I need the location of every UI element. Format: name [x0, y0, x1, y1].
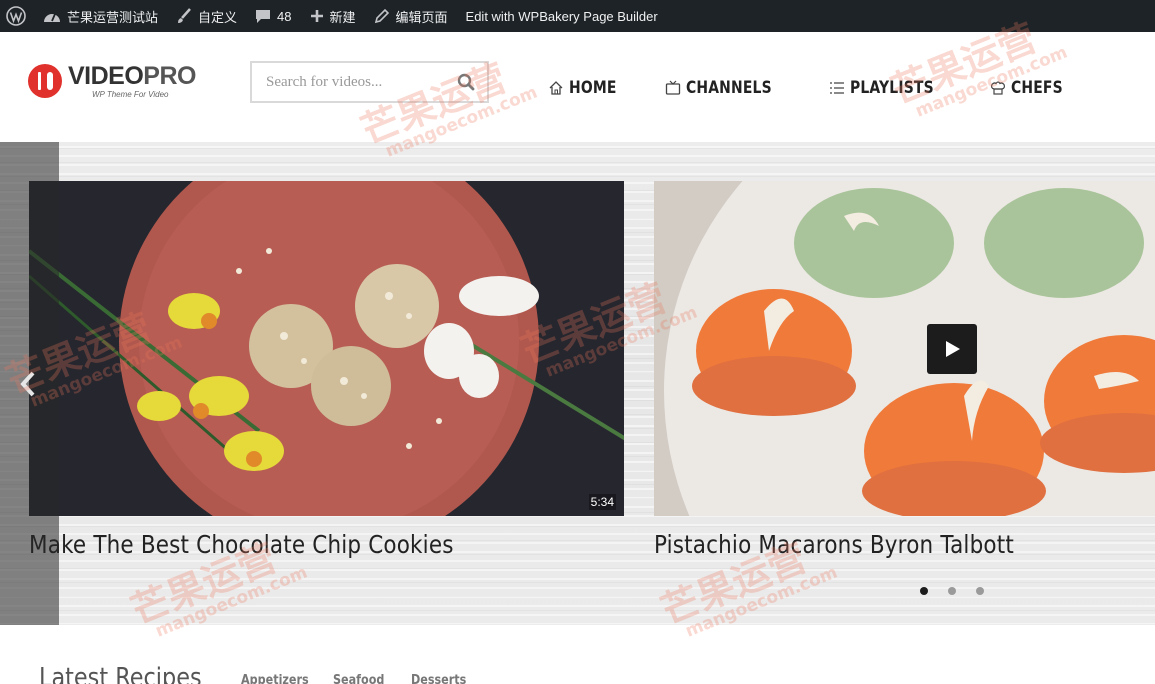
- tab-desserts[interactable]: Desserts: [411, 673, 466, 684]
- slider-dot[interactable]: [920, 587, 928, 595]
- comments-count: 48: [277, 8, 292, 24]
- admin-wpbakery-link[interactable]: Edit with WPBakery Page Builder: [457, 0, 667, 32]
- video-thumbnail[interactable]: [654, 181, 1155, 516]
- slider-prev-button[interactable]: [0, 142, 59, 625]
- video-duration: 5:34: [588, 494, 616, 510]
- play-icon: [946, 341, 960, 357]
- logo-tagline: WP Theme For Video: [92, 89, 169, 99]
- customize-label: 自定义: [198, 9, 238, 25]
- latest-recipes-section: Latest Recipes Appetizers Seafood Desser…: [0, 625, 1155, 684]
- wordpress-logo-icon[interactable]: [0, 0, 34, 32]
- nav-item-channels[interactable]: CHANNELS: [665, 78, 791, 98]
- new-label: 新建: [329, 9, 356, 25]
- nav-item-chefs[interactable]: CHEFS: [990, 78, 1074, 98]
- admin-comments-link[interactable]: 48: [246, 0, 300, 32]
- featured-slider: 5:34 Make The Best Chocolate Chip Cookie…: [0, 142, 1155, 625]
- logo-word-pro: PRO: [143, 61, 196, 90]
- slider-dot[interactable]: [976, 587, 984, 595]
- logo-wordmark: VIDEOPRO: [68, 61, 196, 90]
- logo-utensils-icon: [28, 64, 62, 98]
- chevron-left-icon: [20, 371, 35, 397]
- admin-customize-link[interactable]: 自定义: [167, 0, 246, 32]
- nav-item-playlists[interactable]: PLAYLISTS: [829, 78, 952, 98]
- chef-hat-icon: [990, 80, 1006, 96]
- admin-edit-page-link[interactable]: 编辑页面: [365, 0, 457, 32]
- nav-label-playlists: PLAYLISTS: [849, 78, 934, 98]
- comment-bubble-icon: [255, 8, 271, 24]
- site-name-label: 芒果运营测试站: [67, 9, 159, 25]
- video-thumbnail[interactable]: 5:34: [29, 181, 624, 516]
- macarons-image: [654, 181, 1155, 516]
- site-header: VIDEOPRO WP Theme For Video HOME CHANNEL…: [0, 32, 1155, 142]
- tab-seafood[interactable]: Seafood: [333, 673, 384, 684]
- nav-label-chefs: CHEFS: [1010, 78, 1063, 98]
- logo-word-video: VIDEO: [68, 61, 144, 90]
- pencil-icon: [374, 8, 390, 24]
- plus-icon: [310, 9, 324, 23]
- slide-title[interactable]: Make The Best Chocolate Chip Cookies: [29, 530, 541, 559]
- latest-recipes-heading: Latest Recipes: [39, 663, 202, 684]
- admin-bar: 芒果运营测试站 自定义 48 新建 编辑页面 Edit with WPBaker…: [0, 0, 1155, 32]
- slider-dot[interactable]: [948, 587, 956, 595]
- slide-title[interactable]: Pistachio Macarons Byron Talbott: [654, 530, 1101, 559]
- site-logo[interactable]: VIDEOPRO WP Theme For Video: [28, 60, 198, 102]
- list-icon: [829, 80, 845, 96]
- nav-item-home[interactable]: HOME: [548, 78, 627, 98]
- search-box: [250, 61, 489, 103]
- main-nav: HOME CHANNELS PLAYLISTS CHEFS: [548, 76, 1074, 100]
- slide-card: Pistachio Macarons Byron Talbott: [654, 181, 1155, 559]
- slide-card: 5:34 Make The Best Chocolate Chip Cookie…: [29, 181, 624, 559]
- search-input[interactable]: [252, 63, 442, 101]
- admin-site-link[interactable]: 芒果运营测试站: [34, 0, 167, 32]
- logo-text: VIDEOPRO WP Theme For Video: [68, 61, 196, 99]
- edit-page-label: 编辑页面: [395, 9, 448, 25]
- nav-label-home: HOME: [569, 78, 617, 98]
- play-button[interactable]: [927, 324, 977, 374]
- slider-pagination: [920, 587, 1004, 595]
- tv-icon: [665, 80, 681, 96]
- home-icon: [548, 80, 564, 96]
- dashboard-icon: [43, 9, 61, 23]
- paintbrush-icon: [176, 8, 192, 24]
- wpbakery-label: Edit with WPBakery Page Builder: [465, 8, 658, 24]
- admin-new-link[interactable]: 新建: [301, 0, 365, 32]
- search-icon[interactable]: [457, 73, 475, 96]
- nav-label-channels: CHANNELS: [686, 78, 772, 98]
- tab-appetizers[interactable]: Appetizers: [241, 673, 309, 684]
- cookies-plate-image: [29, 181, 624, 516]
